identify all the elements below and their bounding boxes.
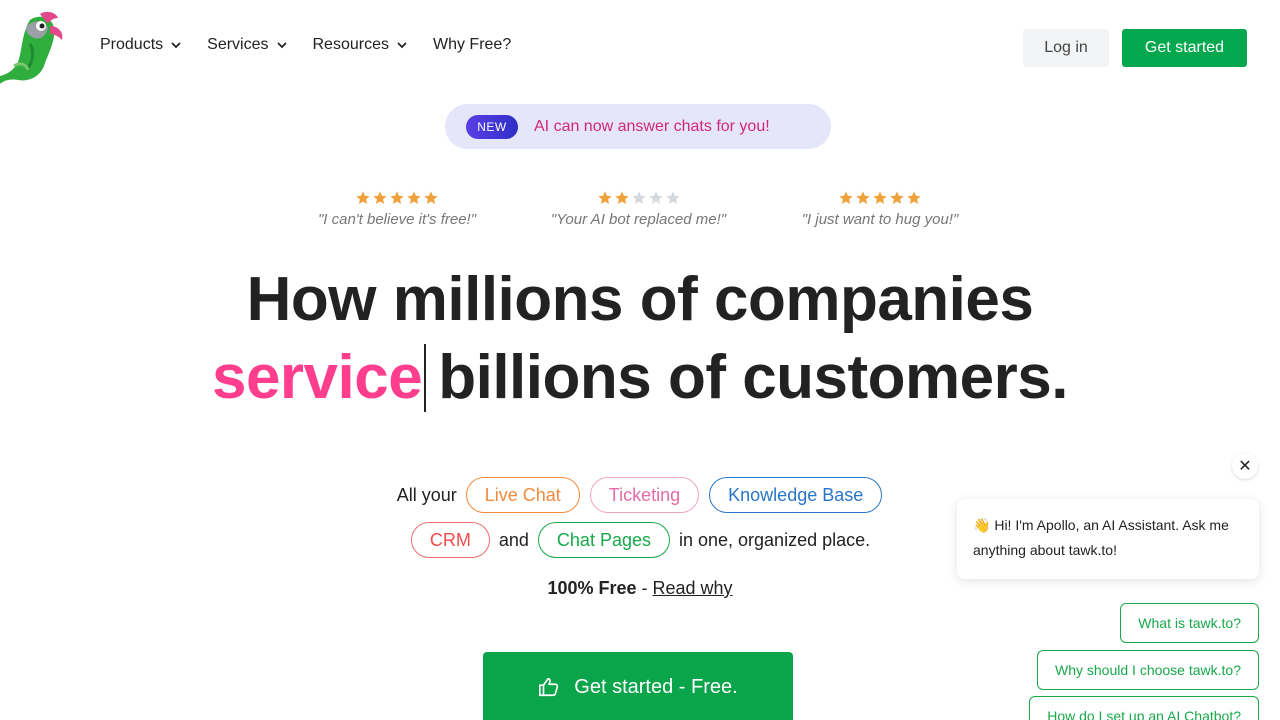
chat-bot-message: 👋 Hi! I'm Apollo, an AI Assistant. Ask m… (957, 499, 1259, 579)
star-filled-icon (856, 191, 870, 204)
read-why-link[interactable]: Read why (653, 578, 733, 598)
chevron-down-icon (171, 42, 181, 49)
get-started-button[interactable]: Get started (1122, 29, 1247, 67)
star-filled-icon (873, 191, 887, 204)
free-label: 100% Free (547, 578, 637, 598)
star-empty-icon (648, 191, 663, 204)
star-empty-icon (631, 191, 646, 204)
announcement-text: AI can now answer chats for you! (534, 117, 770, 135)
features-and: and (498, 529, 529, 550)
nav-why-free[interactable]: Why Free? (433, 36, 511, 54)
star-rating (312, 190, 482, 208)
cta-label: Get started - Free. (574, 676, 738, 698)
review-2: "Your AI bot replaced me!" (546, 190, 731, 228)
hero-highlight-word: service (211, 343, 423, 412)
get-started-free-button[interactable]: Get started - Free. (483, 652, 793, 720)
tag-knowledge-base[interactable]: Knowledge Base (709, 477, 883, 513)
main-nav: Products Services Resources Why Free? (100, 36, 511, 54)
nav-services[interactable]: Services (207, 36, 287, 54)
star-filled-icon (597, 191, 612, 204)
features-prefix: All your (396, 484, 457, 505)
new-badge: NEW (466, 114, 518, 139)
review-1: "I can't believe it's free!" (312, 190, 482, 228)
login-button[interactable]: Log in (1023, 29, 1109, 67)
tag-chat-pages[interactable]: Chat Pages (537, 522, 670, 558)
star-filled-icon (839, 191, 853, 204)
wave-icon: 👋 (973, 517, 991, 533)
hero-headline-rest: billions of customers. (438, 343, 1069, 412)
free-line: 100% Free - Read why (0, 578, 1280, 599)
star-filled-icon (356, 191, 370, 204)
star-filled-icon (373, 191, 387, 204)
star-filled-icon (890, 191, 904, 204)
nav-why-free-label: Why Free? (432, 36, 512, 53)
review-quote: "I can't believe it's free!" (317, 211, 477, 228)
quick-reply-setup-chatbot[interactable]: How do I set up an AI Chatbot? (1029, 696, 1259, 720)
star-filled-icon (390, 191, 404, 204)
nav-services-label: Services (207, 36, 269, 53)
star-filled-icon (424, 191, 438, 204)
tawk-parrot-logo[interactable] (0, 10, 66, 84)
tag-live-chat[interactable]: Live Chat (465, 477, 580, 513)
star-empty-icon (665, 191, 680, 204)
chat-message-text: Hi! I'm Apollo, an AI Assistant. Ask me … (973, 517, 1229, 558)
typing-caret (424, 344, 427, 412)
chevron-down-icon (397, 42, 407, 49)
tag-ticketing[interactable]: Ticketing (589, 477, 700, 513)
review-3: "I just want to hug you!" (796, 190, 964, 228)
announcement-pill[interactable]: NEW AI can now answer chats for you! (445, 104, 831, 149)
chevron-down-icon (276, 42, 287, 49)
star-rating (796, 190, 964, 208)
nav-products-label: Products (100, 36, 164, 53)
nav-products[interactable]: Products (100, 36, 181, 54)
free-separator: - (636, 578, 653, 598)
review-quote: "Your AI bot replaced me!" (550, 211, 727, 228)
chat-close-button[interactable]: ✕ (1232, 453, 1258, 479)
hero-headline-line1: How millions of companies (246, 265, 1034, 334)
features-suffix: in one, organized place. (678, 529, 871, 550)
hero-headline-line2: service billions of customers. (0, 340, 1280, 416)
thumbs-up-icon (539, 677, 559, 697)
star-filled-icon (407, 191, 421, 204)
review-quote: "I just want to hug you!" (801, 211, 959, 228)
quick-reply-why-choose[interactable]: Why should I choose tawk.to? (1037, 650, 1259, 690)
star-rating (546, 190, 731, 208)
quick-reply-what-is[interactable]: What is tawk.to? (1120, 603, 1259, 643)
tag-crm[interactable]: CRM (410, 522, 490, 558)
nav-resources[interactable]: Resources (313, 36, 407, 54)
nav-resources-label: Resources (312, 36, 389, 53)
star-filled-icon (614, 191, 629, 204)
star-filled-icon (907, 191, 921, 204)
